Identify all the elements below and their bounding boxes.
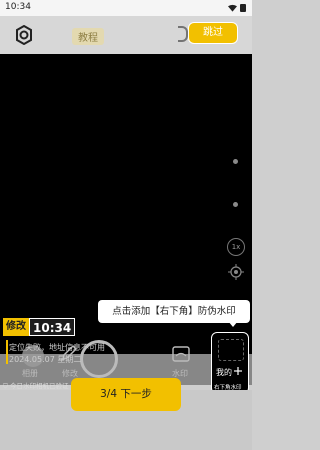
watermark-preview[interactable]: 修改 10:34 定位失败，地址信息不可用 2024.05.07 星期二 bbox=[3, 318, 113, 378]
watermark-edit-tag: 修改 bbox=[3, 318, 29, 336]
watermark-location: 定位失败，地址信息不可用 bbox=[9, 343, 105, 352]
next-step-button[interactable]: 3/4 下一步 bbox=[71, 378, 181, 411]
status-icons bbox=[228, 4, 246, 12]
side-dot-1 bbox=[233, 159, 238, 164]
watermark-accent-bar bbox=[6, 340, 8, 364]
focus-target-icon[interactable] bbox=[228, 264, 244, 280]
corner-frame-icon bbox=[218, 339, 244, 361]
gear-icon[interactable] bbox=[14, 25, 34, 45]
tooltip-arrow bbox=[228, 321, 238, 327]
watermark-icon[interactable] bbox=[172, 346, 190, 362]
tutorial-button[interactable]: 教程 bbox=[72, 28, 104, 45]
zoom-button[interactable]: 1x bbox=[227, 238, 245, 256]
corner-watermark-button[interactable]: 我的 右下角水印 bbox=[211, 332, 249, 394]
status-bar: 10:34 bbox=[0, 0, 252, 16]
skip-button[interactable]: 跳过 bbox=[188, 22, 238, 44]
guide-tooltip: 点击添加【右下角】防伪水印 bbox=[98, 300, 250, 323]
flash-icon[interactable] bbox=[178, 26, 188, 42]
mine-label: 我的 bbox=[216, 368, 232, 377]
plus-icon bbox=[234, 367, 242, 375]
shield-icon: ⛉ bbox=[3, 382, 8, 390]
battery-icon bbox=[240, 4, 246, 12]
side-dot-2 bbox=[233, 202, 238, 207]
status-time: 10:34 bbox=[5, 2, 31, 12]
watermark-date: 2024.05.07 星期二 bbox=[9, 355, 82, 364]
watermark-time: 10:34 bbox=[29, 318, 76, 336]
watermark-time-tag: 修改 10:34 bbox=[3, 318, 76, 336]
wifi-icon bbox=[228, 4, 237, 12]
